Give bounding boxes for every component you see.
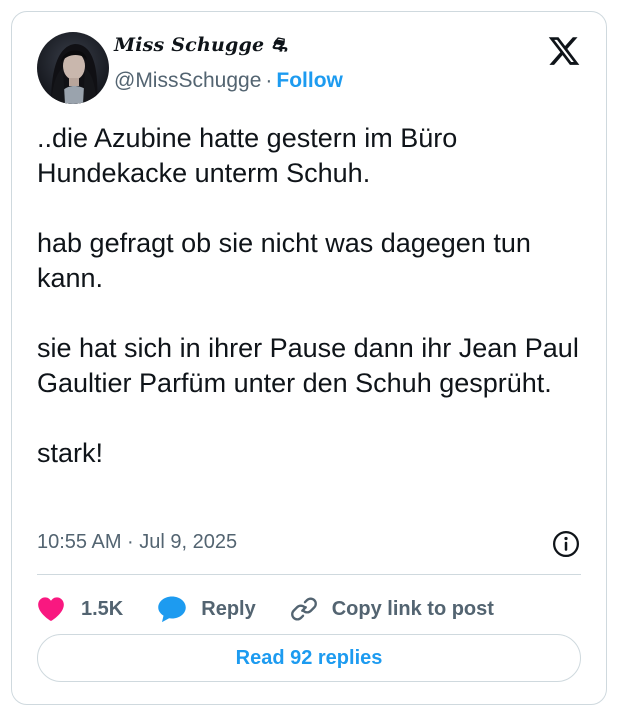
x-logo-icon[interactable] (547, 34, 581, 68)
like-button[interactable]: 1.5K (37, 596, 123, 622)
follow-button[interactable]: Follow (276, 69, 343, 92)
copy-link-label: Copy link to post (331, 597, 494, 620)
timestamp[interactable]: 10:55 AM · Jul 9, 2025 (37, 531, 237, 554)
separator-dot: · (265, 69, 273, 92)
handle-row: @MissSchugge · Follow (114, 69, 343, 93)
link-icon (290, 597, 317, 621)
speech-bubble-icon (158, 596, 186, 623)
heart-icon (38, 597, 64, 621)
avatar[interactable] (37, 32, 109, 104)
reply-button[interactable]: Reply (157, 595, 256, 623)
read-replies-button[interactable]: Read 92 replies (37, 634, 581, 682)
info-icon[interactable] (551, 529, 581, 559)
copy-link-button[interactable]: Copy link to post (290, 595, 494, 623)
tweet-card: Miss Schugge ⛐ @MissSchugge · Follow ..die… (11, 11, 607, 705)
reply-label: Reply (201, 597, 256, 620)
user-handle[interactable]: @MissSchugge (114, 69, 261, 92)
action-bar: 1.5K Reply Copy link to post (37, 589, 494, 629)
divider (37, 574, 581, 575)
tweet-text: ..die Azubine hatte gestern im Büro Hund… (37, 123, 579, 468)
display-name[interactable]: Miss Schugge ⛐ (114, 34, 288, 59)
like-count: 1.5K (81, 597, 124, 620)
